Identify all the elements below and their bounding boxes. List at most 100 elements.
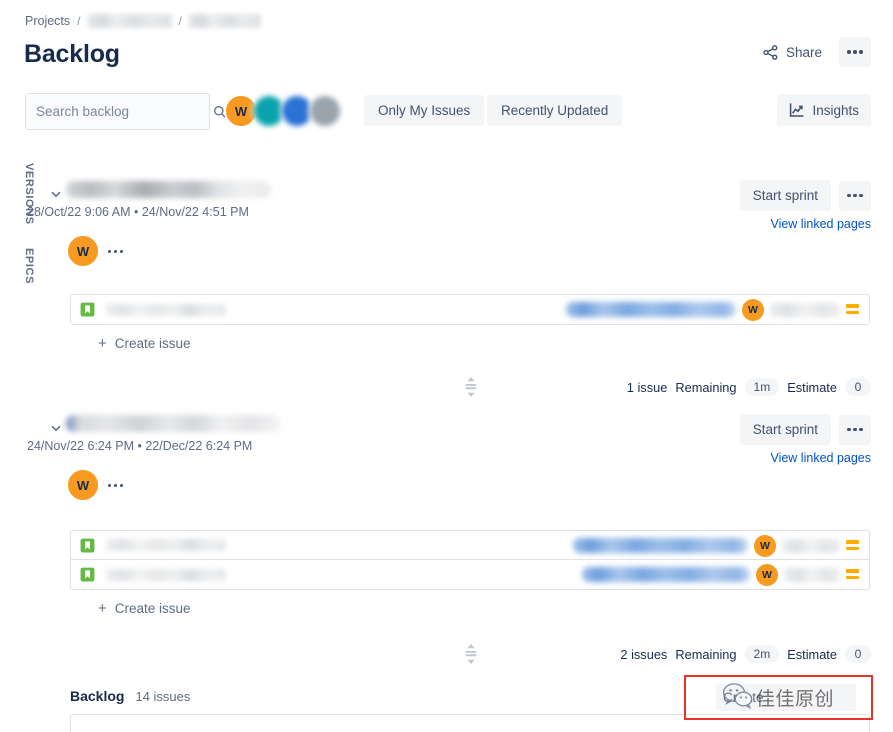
issue-assignee-avatar[interactable]: W — [742, 298, 764, 321]
sprint-actions-1: Start sprint — [739, 180, 871, 211]
start-sprint-button-1[interactable]: Start sprint — [739, 180, 831, 211]
breadcrumb-board-redacted[interactable] — [188, 14, 261, 28]
issue-list-sprint-1: W — [70, 294, 870, 325]
remaining-value: 1m — [744, 378, 780, 396]
epic-row-1: W — [0, 234, 893, 274]
page-title: Backlog — [24, 40, 120, 68]
share-button[interactable]: Share — [754, 40, 831, 65]
view-linked-pages-link-1[interactable]: View linked pages — [770, 217, 871, 231]
issue-count-label: 1 issue — [626, 379, 668, 395]
epic-avatar-2[interactable]: W — [66, 468, 100, 502]
sprint-dates-1: 28/Oct/22 9:06 AM • 24/Nov/22 4:51 PM — [27, 205, 249, 219]
create-issue-button-1[interactable]: + Create issue — [98, 336, 191, 351]
breadcrumb: Projects / / — [25, 14, 261, 28]
backlog-page: Projects / / Backlog Share Insights Sear… — [0, 0, 893, 732]
share-label: Share — [785, 44, 822, 60]
avatar-group: W — [224, 94, 342, 128]
header-more-button[interactable] — [839, 37, 871, 67]
resize-vertical-icon[interactable] — [462, 376, 480, 398]
chevron-down-icon[interactable] — [50, 188, 62, 200]
story-icon — [80, 567, 95, 582]
avatar-initials: W — [748, 303, 758, 316]
remaining-label: Remaining — [675, 646, 737, 662]
sprint-more-button-2[interactable] — [839, 414, 871, 445]
plus-icon: + — [98, 600, 107, 617]
backlog-section-title: Backlog — [70, 688, 125, 704]
backlog-issue-list — [70, 714, 870, 732]
breadcrumb-separator-2: / — [178, 14, 182, 28]
view-linked-pages-link-2[interactable]: View linked pages — [770, 451, 871, 465]
insights-label: Insights — [812, 102, 859, 118]
issue-assignee-avatar[interactable]: W — [754, 534, 776, 557]
remaining-label: Remaining — [675, 379, 737, 395]
estimate-value: 0 — [845, 645, 871, 663]
priority-medium-icon[interactable] — [846, 304, 859, 315]
issue-key-redacted — [106, 539, 226, 551]
table-row[interactable]: W — [71, 295, 869, 324]
issue-list-sprint-2: W W — [70, 530, 870, 590]
header-actions: Share — [754, 37, 871, 67]
search-input[interactable] — [36, 104, 213, 119]
issue-count-label: 2 issues — [620, 646, 668, 662]
issue-row-meta: W — [573, 531, 859, 560]
more-horizontal-icon — [847, 427, 863, 432]
breadcrumb-projects-link[interactable]: Projects — [25, 14, 70, 28]
table-row[interactable]: W — [71, 531, 869, 560]
filter-recently-updated[interactable]: Recently Updated — [487, 95, 623, 126]
insights-button[interactable]: Insights — [777, 94, 871, 126]
priority-medium-icon[interactable] — [846, 540, 859, 551]
estimate-label: Estimate — [787, 646, 837, 662]
create-issue-label: Create issue — [114, 601, 191, 616]
more-horizontal-icon — [108, 250, 124, 254]
sprint-stats-2: 2 issues Remaining 2m Estimate 0 — [620, 645, 871, 663]
filter-only-my-issues[interactable]: Only My Issues — [364, 95, 485, 126]
share-icon — [763, 44, 778, 60]
issue-sprint-badge-redacted — [770, 302, 840, 317]
issue-row-meta: W — [566, 295, 859, 324]
create-issue-button-2[interactable]: + Create issue — [98, 601, 191, 616]
epic-more-button-2[interactable] — [105, 481, 126, 490]
more-horizontal-icon — [847, 50, 863, 54]
sprint-section-1: 28/Oct/22 9:06 AM • 24/Nov/22 4:51 PM St… — [0, 180, 893, 397]
avatar-initials: W — [76, 243, 90, 259]
issue-summary-redacted — [566, 302, 736, 317]
sprint-header-1: 28/Oct/22 9:06 AM • 24/Nov/22 4:51 PM St… — [0, 180, 893, 234]
remaining-value: 2m — [744, 645, 780, 663]
sprint-section-2: 24/Nov/22 6:24 PM • 22/Dec/22 6:24 PM St… — [0, 414, 893, 664]
search-backlog-box[interactable] — [25, 93, 227, 130]
start-sprint-button-2[interactable]: Start sprint — [739, 414, 831, 445]
issue-summary-redacted — [573, 538, 748, 553]
avatar-initials: W — [760, 539, 770, 552]
breadcrumb-separator-1: / — [77, 14, 81, 28]
sprint-footer-2: 2 issues Remaining 2m Estimate 0 — [0, 643, 893, 667]
sprint-name-redacted-2[interactable] — [66, 415, 281, 432]
issue-row-meta: W — [582, 560, 859, 589]
estimate-label: Estimate — [787, 379, 837, 395]
issue-summary-redacted — [582, 567, 750, 582]
avatar-initials: W — [234, 103, 248, 119]
story-icon — [80, 302, 95, 317]
resize-vertical-icon[interactable] — [462, 643, 480, 665]
sprint-name-redacted-1[interactable] — [66, 181, 271, 198]
avatar-user-4[interactable] — [308, 94, 342, 128]
issue-key-redacted — [106, 568, 226, 581]
priority-medium-icon[interactable] — [846, 569, 859, 580]
table-row[interactable]: W — [71, 560, 869, 589]
sprint-more-button-1[interactable] — [839, 180, 871, 211]
breadcrumb-project-redacted[interactable] — [87, 14, 172, 28]
epic-avatar-1[interactable]: W — [66, 234, 100, 268]
avatar-initials: W — [762, 568, 772, 581]
sprint-actions-2: Start sprint — [739, 414, 871, 445]
watermark-text: 佳佳原创 — [756, 688, 835, 710]
more-horizontal-icon — [847, 193, 863, 198]
issue-key-redacted — [106, 303, 226, 316]
issue-sprint-badge-redacted — [784, 567, 840, 582]
chevron-down-icon[interactable] — [50, 422, 62, 434]
sprint-stats-1: 1 issue Remaining 1m Estimate 0 — [627, 378, 871, 396]
avatar-initials: W — [76, 477, 90, 493]
epic-more-button-1[interactable] — [105, 247, 126, 256]
backlog-issue-count: 14 issues — [135, 689, 191, 704]
epic-row-2: W — [0, 468, 893, 508]
issue-assignee-avatar[interactable]: W — [756, 563, 778, 586]
backlog-section-header: Backlog 14 issues — [70, 688, 190, 704]
